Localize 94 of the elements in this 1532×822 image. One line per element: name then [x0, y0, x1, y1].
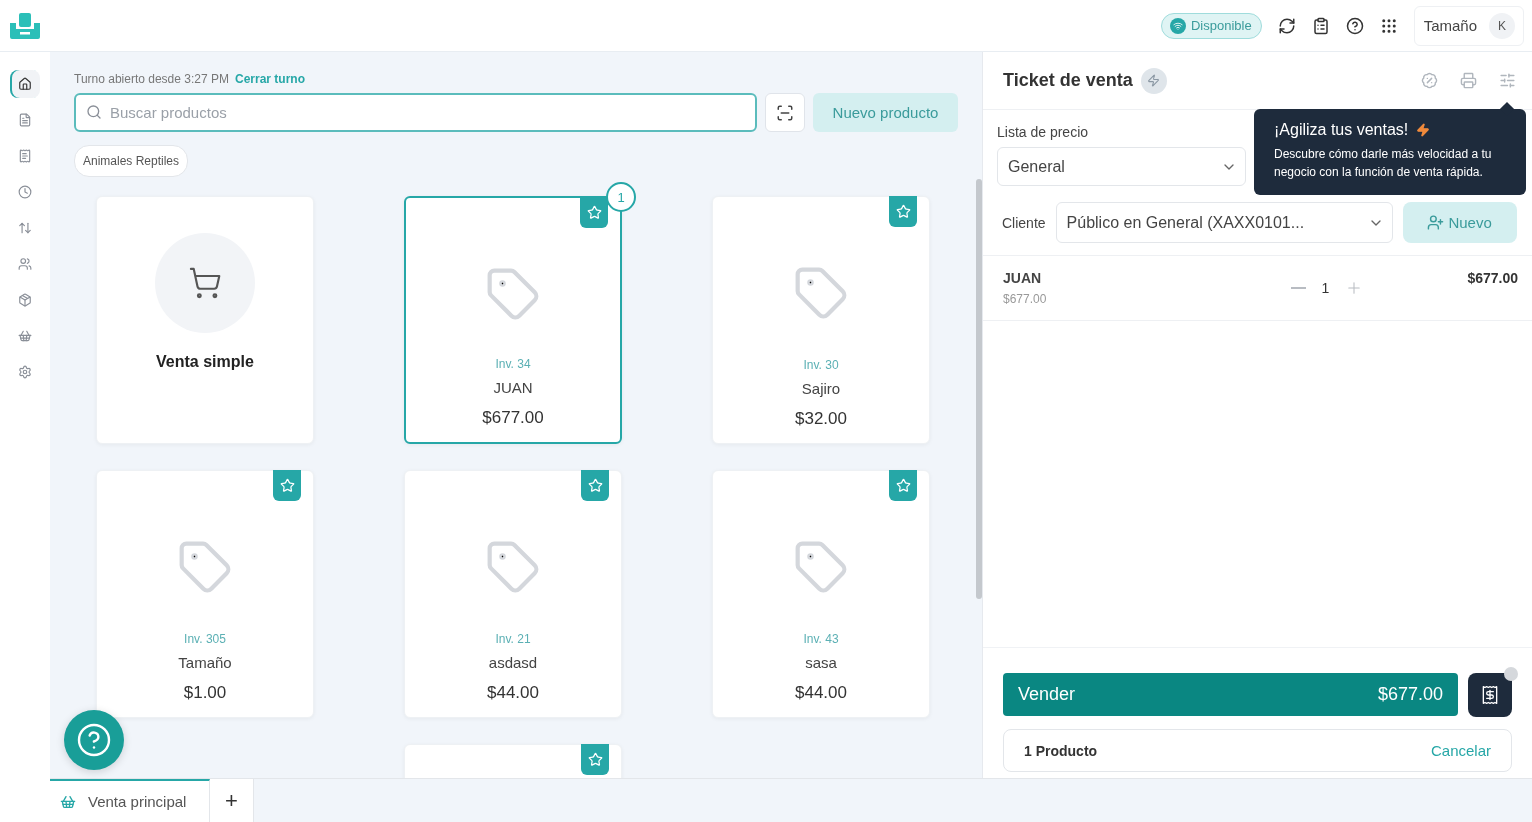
client-label: Cliente: [1002, 214, 1046, 231]
favorite-button[interactable]: [273, 470, 301, 501]
inventory-label: Inv. 305: [184, 632, 226, 646]
receipt-icon: [1480, 685, 1500, 705]
tag-icon: [177, 539, 233, 595]
minus-icon: [1290, 287, 1306, 289]
favorite-button[interactable]: [889, 470, 917, 501]
product-card[interactable]: Inv. 43 sasa $44.00: [712, 470, 930, 718]
settings-icon: [18, 365, 32, 379]
receipt-button[interactable]: [1468, 673, 1512, 717]
inventory-label: Inv. 34: [495, 357, 531, 371]
star-icon: [895, 478, 911, 493]
settings-icon[interactable]: [1499, 72, 1516, 89]
item-quantity: 1: [1321, 280, 1330, 296]
tag-icon: [793, 539, 849, 595]
favorite-button[interactable]: [581, 744, 609, 775]
apps-icon[interactable]: [1379, 16, 1398, 35]
product-price: $44.00: [795, 683, 847, 703]
product-count: 1 Producto: [1024, 742, 1098, 759]
star-icon: [279, 478, 295, 493]
wifi-icon: [1169, 17, 1186, 34]
item-unit-price: $677.00: [1003, 292, 1047, 306]
product-card[interactable]: Inv. 30 Sajiro $32.00: [712, 196, 930, 444]
home-icon: [18, 77, 32, 91]
favorite-button[interactable]: [889, 196, 917, 227]
cart-icon: [188, 266, 222, 300]
product-name: JUAN: [493, 379, 533, 396]
clipboard-icon[interactable]: [1311, 16, 1330, 35]
help-icon[interactable]: [1345, 16, 1364, 35]
help-icon: [76, 722, 112, 758]
item-name: JUAN: [1003, 270, 1043, 286]
inventory-label: Inv. 30: [803, 358, 839, 372]
ticket-title: Ticket de venta: [1003, 70, 1133, 91]
add-tab-button[interactable]: +: [210, 779, 254, 822]
arrows-icon: [18, 221, 32, 235]
sell-button[interactable]: Vender $677.00: [1003, 673, 1458, 716]
nav-button[interactable]: [10, 70, 40, 98]
price-list-label: Lista de precio: [997, 124, 1089, 140]
product-name: Venta simple: [156, 353, 254, 371]
quantity-badge: 1: [606, 182, 636, 212]
scan-icon: [776, 103, 794, 122]
client-select[interactable]: Público en General (XAXX0101...: [1055, 202, 1393, 243]
scrollbar[interactable]: [976, 179, 982, 599]
notification-dot: [1504, 667, 1518, 681]
star-icon: [587, 478, 603, 493]
shift-status: Turno abierto desde 3:27 PM: [74, 72, 229, 86]
basket-icon: [18, 329, 32, 343]
product-price: $677.00: [482, 408, 544, 428]
add-user-icon: [1427, 214, 1445, 231]
product-name: asdasd: [488, 654, 538, 671]
tag-icon: [485, 539, 541, 595]
product-price: $32.00: [795, 409, 847, 429]
bolt-icon: [1416, 123, 1431, 137]
scan-button[interactable]: [765, 93, 805, 132]
discount-icon[interactable]: [1421, 72, 1438, 89]
box-icon: [18, 293, 32, 307]
quick-sale-button[interactable]: [1140, 67, 1167, 94]
product-name: Tamaño: [178, 654, 232, 671]
product-card[interactable]: Inv. 21 asdasd $44.00: [404, 470, 622, 718]
basket-icon: [60, 793, 76, 810]
tooltip-title: ¡Agiliza tus ventas!: [1274, 121, 1409, 139]
product-price: $44.00: [487, 683, 539, 703]
product-card[interactable]: Venta simple: [96, 196, 314, 444]
favorite-button[interactable]: [580, 197, 608, 228]
product-card[interactable]: Inv. 305 Tamaño $1.00: [96, 470, 314, 718]
users-icon: [18, 257, 32, 271]
clock-icon: [18, 185, 32, 199]
inventory-label: Inv. 21: [495, 632, 531, 646]
printer-icon[interactable]: [1460, 72, 1477, 89]
product-name: sasa: [805, 654, 837, 671]
document-icon: [18, 113, 32, 127]
tag-icon: [793, 265, 849, 321]
help-button[interactable]: [64, 710, 124, 770]
favorite-button[interactable]: [581, 470, 609, 501]
sale-tab[interactable]: Venta principal: [50, 779, 210, 822]
refresh-icon[interactable]: [1277, 16, 1296, 35]
category-chip[interactable]: Animales Reptiles: [74, 145, 189, 177]
receipt-icon: [18, 149, 32, 163]
product-name: Sajiro: [801, 380, 841, 397]
avatar: K: [1489, 12, 1515, 39]
search-field[interactable]: Buscar productos: [74, 93, 757, 132]
inventory-label: Inv. 43: [803, 632, 839, 646]
star-icon: [587, 752, 603, 767]
search-icon: [86, 104, 102, 120]
account-menu[interactable]: Tamaño K: [1413, 5, 1524, 46]
item-total: $677.00: [1467, 270, 1518, 286]
logo-icon[interactable]: [10, 12, 40, 39]
price-list-select[interactable]: General: [997, 147, 1246, 186]
tooltip-text: Descubre cómo darle más velocidad a tu negocio con la función de venta rápida.: [1274, 146, 1493, 181]
star-icon: [895, 204, 911, 219]
product-price: $1.00: [183, 683, 227, 703]
tag-icon: [485, 266, 541, 322]
bolt-icon: [1147, 74, 1161, 87]
star-icon: [586, 205, 602, 220]
